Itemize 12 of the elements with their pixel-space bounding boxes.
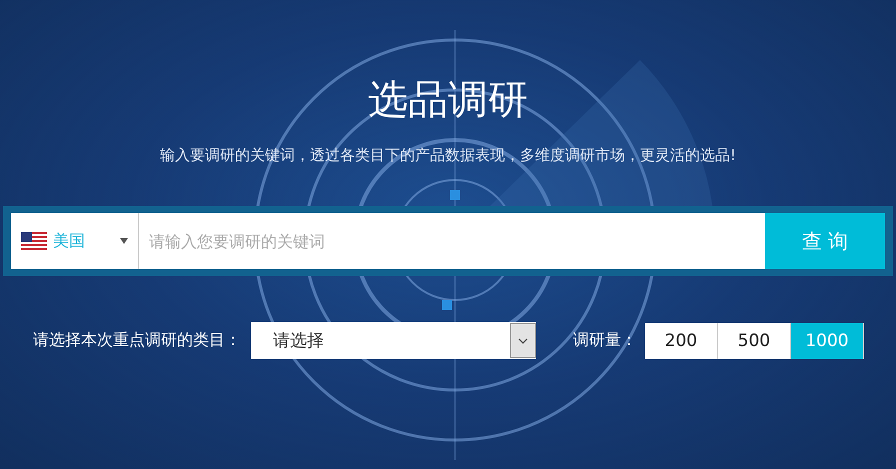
category-select[interactable]: 请选择 bbox=[251, 322, 536, 359]
chevron-down-icon bbox=[518, 338, 528, 344]
keyword-input[interactable]: 请输入您要调研的关键词 bbox=[139, 213, 765, 269]
page-subtitle: 输入要调研的关键词，透过各类目下的产品数据表现，多维度调研市场，更灵活的选品! bbox=[160, 146, 736, 165]
category-label: 请选择本次重点调研的类目： bbox=[33, 330, 241, 351]
volume-option[interactable]: 500 bbox=[718, 322, 791, 358]
flag-icon bbox=[21, 232, 47, 250]
volume-label: 调研量： bbox=[573, 330, 637, 351]
dropdown-button[interactable] bbox=[510, 323, 536, 358]
caret-icon bbox=[120, 238, 128, 244]
volume-option[interactable]: 200 bbox=[645, 322, 718, 358]
page-title: 选品调研 bbox=[368, 76, 528, 125]
